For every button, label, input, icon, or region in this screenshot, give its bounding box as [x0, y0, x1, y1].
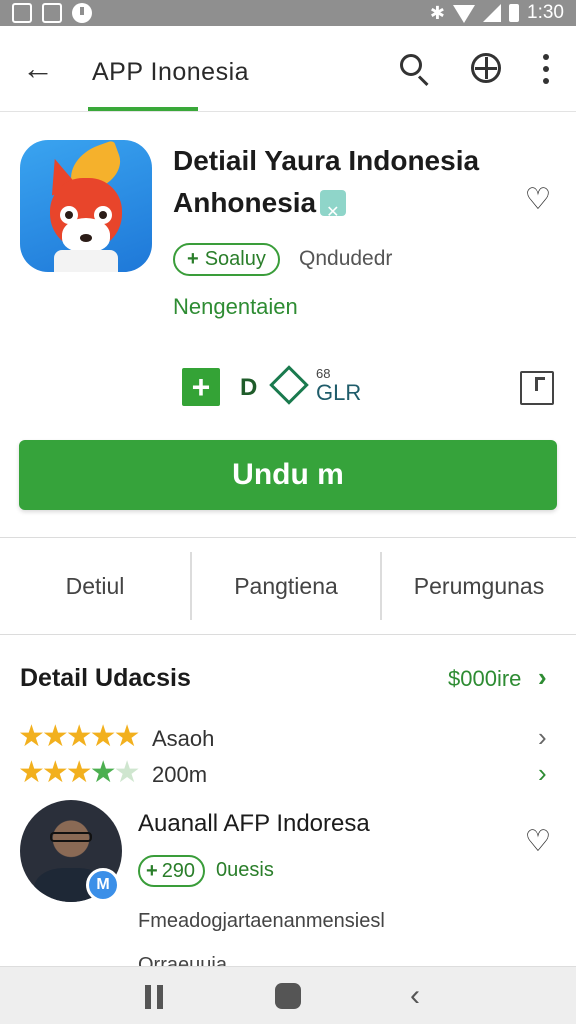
review-chip-value: 290 [161, 859, 196, 882]
developer-link[interactable]: Nengentaien [173, 294, 298, 320]
reviewer-name: Auanall AFP Indoresa [138, 810, 370, 837]
mini-stat-bottom: GLR [316, 380, 362, 405]
tab-similar[interactable]: Perumgunas [382, 538, 576, 634]
tab-reviews[interactable]: Pangtiena [192, 538, 380, 634]
rating-label-2: 200m [152, 762, 208, 787]
notification-icon [12, 3, 32, 23]
tab-details[interactable]: Detiul [0, 538, 190, 634]
status-notifications [12, 3, 92, 23]
details-link[interactable]: $000ire [448, 666, 521, 692]
bluetooth-icon: ✱ [429, 2, 446, 23]
mini-stat-top: 68 [316, 366, 331, 381]
app-name-line2: Anhonesia [173, 187, 317, 218]
heart-outline-icon: ♡ [524, 183, 552, 216]
app-name-line2-wrap: Anhonesia [173, 182, 493, 234]
info-notification-icon [72, 3, 92, 23]
language-button[interactable] [466, 48, 506, 88]
arrow-left-icon: ← [22, 49, 54, 86]
app-bar-title: APP Inonesia [92, 58, 250, 86]
back-button[interactable]: ← [18, 48, 58, 88]
rating-label-1: Asaoh [152, 726, 215, 751]
category-chip[interactable]: + Soaluy [173, 243, 280, 276]
wifi-icon [453, 5, 476, 23]
system-nav-bar: ‹ [0, 966, 576, 1024]
category-chip-label: Soaluy [204, 248, 266, 270]
app-bar: ← APP Inonesia [0, 26, 576, 112]
rating-stars-1: ★★★★★ [18, 720, 140, 753]
add-button[interactable]: + [182, 368, 220, 406]
app-name: Detiail Yaura Indonesia Anhonesia [173, 140, 493, 234]
rating-stars-2: ★★★★★ [18, 756, 140, 789]
review-like-button[interactable]: ♡ [518, 822, 558, 862]
home-button[interactable] [275, 983, 301, 1009]
heart-outline-icon: ♡ [524, 825, 552, 858]
chevron-right-icon[interactable]: › [538, 758, 547, 789]
battery-icon [509, 4, 520, 22]
review-text-cutoff: Orraeuuia [138, 954, 227, 966]
install-button[interactable]: Undu m [19, 440, 557, 510]
signal-icon [483, 4, 502, 22]
diamond-icon [270, 366, 304, 400]
details-title: Detail Udacsis [20, 664, 191, 692]
app-name-line1: Detiail Yaura Indonesia [173, 145, 480, 176]
search-button[interactable] [394, 48, 434, 88]
status-system: ✱ 1:30 [430, 2, 564, 24]
tab-bar: Detiul Pangtiena Perumgunas [0, 537, 576, 635]
category-secondary: Qndudedr [299, 247, 393, 270]
back-nav-button[interactable]: ‹ [410, 979, 420, 1013]
verified-user-icon: M [86, 868, 120, 902]
wishlist-button[interactable]: ♡ [518, 180, 558, 220]
status-time: 1:30 [527, 2, 564, 23]
more-options-button[interactable] [532, 54, 560, 86]
image-notification-icon [42, 3, 62, 23]
recent-apps-button[interactable] [145, 985, 165, 1009]
plus-icon: + [146, 859, 158, 882]
review-chip-extra: 0uesis [216, 859, 274, 881]
bookmark-button[interactable] [520, 371, 554, 405]
verified-badge-icon [320, 190, 347, 234]
status-bar: ✱ 1:30 [0, 0, 576, 26]
chevron-right-icon[interactable]: › [538, 722, 547, 753]
plus-icon: + [187, 248, 199, 270]
review-text: Fmeadogjartaenanmensiesl [138, 910, 385, 932]
chevron-right-icon[interactable]: › [538, 662, 547, 693]
app-icon [20, 140, 152, 272]
title-underline [88, 107, 198, 111]
review-chip[interactable]: + 290 [138, 855, 206, 887]
d-label: D [240, 374, 258, 401]
